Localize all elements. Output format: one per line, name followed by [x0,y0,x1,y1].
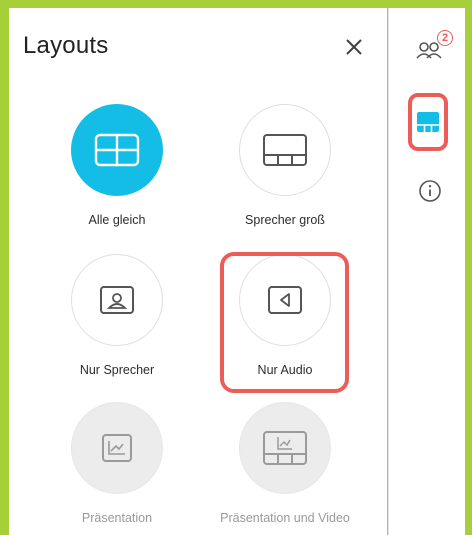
presentation-video-icon [263,431,307,465]
close-icon [346,39,362,55]
layout-option-audio-only-button[interactable] [239,254,331,346]
layout-button[interactable] [408,93,448,151]
layout-option-grid[interactable]: Alle gleich [37,104,197,254]
participants-button[interactable]: 2 [413,30,453,64]
layout-option-presentation-video-button [239,402,331,494]
layout-option-presentation-video: Präsentation und Video [205,402,365,535]
presentation-icon [102,434,132,462]
layout-option-prominent-button[interactable] [239,104,331,196]
grid-layout-icon [94,133,140,167]
close-button[interactable] [340,33,368,61]
single-speaker-icon [100,286,134,314]
layout-option-single-speaker-button[interactable] [71,254,163,346]
right-sidebar: 2 [388,8,465,535]
layout-option-label: Alle gleich [88,213,146,227]
layout-icon [417,112,439,132]
layout-option-presentation-button [71,402,163,494]
layout-option-label: Nur Audio [257,363,313,377]
layouts-panel: Layouts Alle gleich Sprecher groß Nur Sp… [9,8,387,535]
layout-option-label: Sprecher groß [245,213,325,227]
layout-option-presentation: Präsentation [37,402,197,535]
layout-option-label: Präsentation und Video [220,511,350,525]
layout-option-audio-only[interactable]: Nur Audio [205,254,365,404]
layout-option-grid-button[interactable] [71,104,163,196]
layout-option-single-speaker[interactable]: Nur Sprecher [37,254,197,404]
prominent-speaker-icon [263,134,307,166]
panel-title: Layouts [23,32,109,59]
audio-only-icon [268,286,302,314]
layout-option-label: Präsentation [81,511,153,525]
info-icon [419,180,441,202]
layout-option-prominent[interactable]: Sprecher groß [205,104,365,254]
participants-count-badge: 2 [437,30,453,46]
layout-option-label: Nur Sprecher [79,363,155,377]
info-button[interactable] [417,178,443,204]
